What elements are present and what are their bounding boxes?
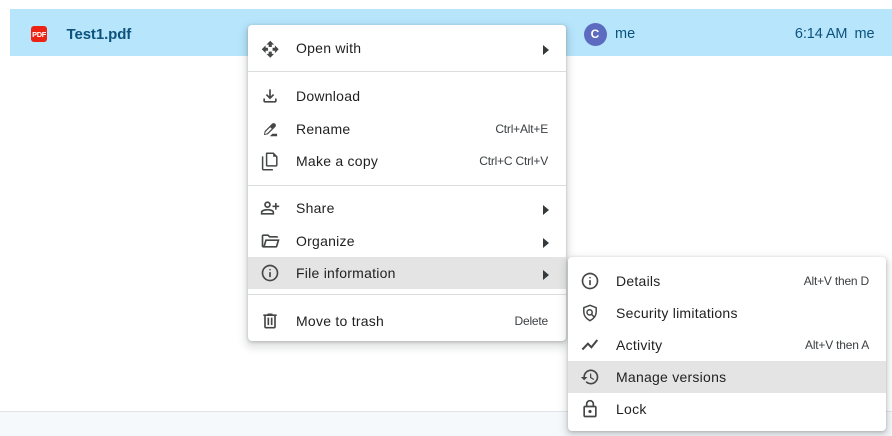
svg-text:PDF: PDF [32, 30, 47, 39]
